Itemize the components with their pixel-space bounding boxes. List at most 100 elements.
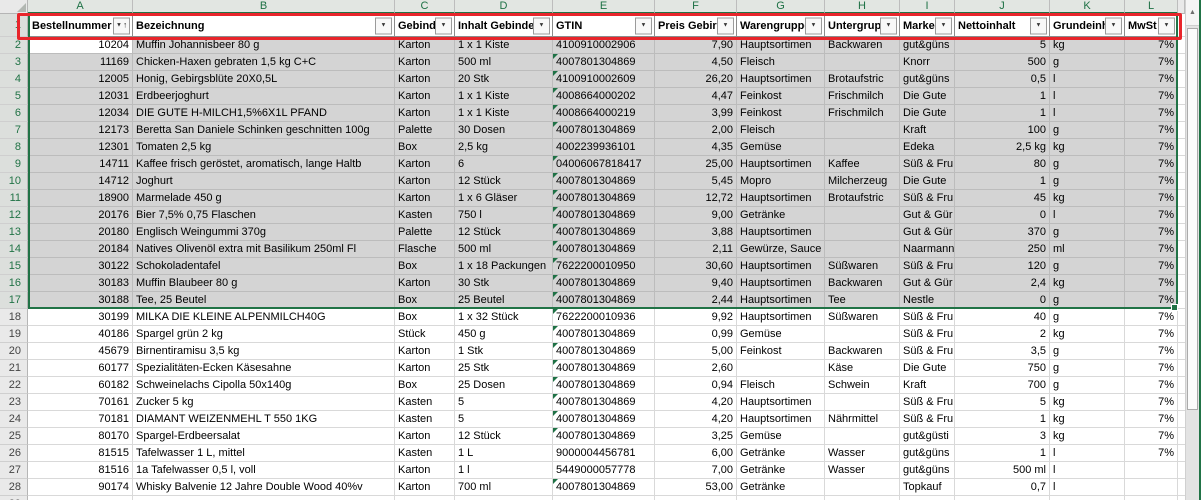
cell-m-sliver[interactable]: [1178, 258, 1185, 275]
cell-K19[interactable]: kg: [1050, 326, 1125, 343]
cell-A14[interactable]: 20184: [28, 241, 133, 258]
cell-G25[interactable]: Gemüse: [737, 428, 825, 445]
cell-F6[interactable]: 3,99: [655, 105, 737, 122]
cell-G22[interactable]: Fleisch: [737, 377, 825, 394]
row-number-20[interactable]: 20: [0, 343, 28, 360]
filter-button-G[interactable]: ▼: [805, 17, 822, 34]
cell-H10[interactable]: Milcherzeug: [825, 173, 900, 190]
cell-B26[interactable]: Tafelwasser 1 L, mittel: [133, 445, 395, 462]
cell-D25[interactable]: 12 Stück: [455, 428, 553, 445]
cell-D15[interactable]: 1 x 18 Packungen: [455, 258, 553, 275]
cell-H28[interactable]: [825, 479, 900, 496]
cell-A29[interactable]: [28, 496, 133, 500]
cell-B8[interactable]: Tomaten 2,5 kg: [133, 139, 395, 156]
cell-H16[interactable]: Backwaren: [825, 275, 900, 292]
cell-B18[interactable]: MILKA DIE KLEINE ALPENMILCH40G: [133, 309, 395, 326]
column-letter-A[interactable]: A: [28, 0, 133, 14]
cell-J11[interactable]: 45: [955, 190, 1050, 207]
column-letter-m-sliver[interactable]: [1178, 0, 1185, 14]
cell-D4[interactable]: 20 Stk: [455, 71, 553, 88]
cell-C7[interactable]: Palette: [395, 122, 455, 139]
cell-E20[interactable]: 4007801304869: [553, 343, 655, 360]
cell-H15[interactable]: Süßwaren: [825, 258, 900, 275]
cell-F13[interactable]: 3,88: [655, 224, 737, 241]
cell-B6[interactable]: DIE GUTE H-MILCH1,5%6X1L PFAND: [133, 105, 395, 122]
cell-K22[interactable]: g: [1050, 377, 1125, 394]
column-letter-K[interactable]: K: [1050, 0, 1125, 14]
cell-A2[interactable]: 10204: [28, 37, 133, 54]
cell-I13[interactable]: Gut & Gür: [900, 224, 955, 241]
cell-D28[interactable]: 700 ml: [455, 479, 553, 496]
cell-F25[interactable]: 3,25: [655, 428, 737, 445]
cell-D17[interactable]: 25 Beutel: [455, 292, 553, 309]
cell-E23[interactable]: 4007801304869: [553, 394, 655, 411]
cell-E25[interactable]: 4007801304869: [553, 428, 655, 445]
cell-G24[interactable]: Hauptsortimen: [737, 411, 825, 428]
cell-G27[interactable]: Getränke: [737, 462, 825, 479]
row-number-7[interactable]: 7: [0, 122, 28, 139]
row-number-6[interactable]: 6: [0, 105, 28, 122]
column-letter-G[interactable]: G: [737, 0, 825, 14]
filter-button-L[interactable]: ▼: [1158, 17, 1175, 34]
cell-m-sliver[interactable]: [1178, 207, 1185, 224]
cell-H5[interactable]: Frischmilch: [825, 88, 900, 105]
cell-A25[interactable]: 80170: [28, 428, 133, 445]
header-cell-gtin[interactable]: GTIN ▼: [553, 14, 655, 37]
cell-F26[interactable]: 6,00: [655, 445, 737, 462]
cell-H19[interactable]: [825, 326, 900, 343]
cell-D26[interactable]: 1 L: [455, 445, 553, 462]
cell-D23[interactable]: 5: [455, 394, 553, 411]
cell-K27[interactable]: l: [1050, 462, 1125, 479]
cell-A5[interactable]: 12031: [28, 88, 133, 105]
cell-H29[interactable]: [825, 496, 900, 500]
cell-H12[interactable]: [825, 207, 900, 224]
cell-L18[interactable]: 7%: [1125, 309, 1178, 326]
cell-m-sliver[interactable]: [1178, 360, 1185, 377]
cell-K15[interactable]: g: [1050, 258, 1125, 275]
cell-B3[interactable]: Chicken-Haxen gebraten 1,5 kg C+C: [133, 54, 395, 71]
cell-m-sliver[interactable]: [1178, 105, 1185, 122]
cell-J10[interactable]: 1: [955, 173, 1050, 190]
header-cell-marke[interactable]: Marke ▼: [900, 14, 955, 37]
cell-D7[interactable]: 30 Dosen: [455, 122, 553, 139]
cell-K4[interactable]: l: [1050, 71, 1125, 88]
select-all-corner[interactable]: [0, 0, 28, 14]
cell-C24[interactable]: Kasten: [395, 411, 455, 428]
cell-m-sliver[interactable]: [1178, 496, 1185, 500]
cell-B28[interactable]: Whisky Balvenie 12 Jahre Double Wood 40%…: [133, 479, 395, 496]
cell-G14[interactable]: Gewürze, Sauce: [737, 241, 825, 258]
cell-L28[interactable]: [1125, 479, 1178, 496]
cell-H21[interactable]: Käse: [825, 360, 900, 377]
cell-A22[interactable]: 60182: [28, 377, 133, 394]
cell-H6[interactable]: Frischmilch: [825, 105, 900, 122]
cell-I4[interactable]: gut&güns: [900, 71, 955, 88]
cell-L6[interactable]: 7%: [1125, 105, 1178, 122]
cell-A20[interactable]: 45679: [28, 343, 133, 360]
cell-E16[interactable]: 4007801304869: [553, 275, 655, 292]
cell-E19[interactable]: 4007801304869: [553, 326, 655, 343]
cell-I29[interactable]: [900, 496, 955, 500]
cell-A9[interactable]: 14711: [28, 156, 133, 173]
cell-m-sliver[interactable]: [1178, 309, 1185, 326]
cell-B14[interactable]: Natives Olivenöl extra mit Basilikum 250…: [133, 241, 395, 258]
cell-A23[interactable]: 70161: [28, 394, 133, 411]
cell-m-sliver[interactable]: [1178, 139, 1185, 156]
cell-K6[interactable]: l: [1050, 105, 1125, 122]
cell-D6[interactable]: 1 x 1 Kiste: [455, 105, 553, 122]
row-number-4[interactable]: 4: [0, 71, 28, 88]
cell-K3[interactable]: g: [1050, 54, 1125, 71]
row-number-3[interactable]: 3: [0, 54, 28, 71]
row-number-10[interactable]: 10: [0, 173, 28, 190]
cell-I14[interactable]: Naarmann: [900, 241, 955, 258]
cell-E21[interactable]: 4007801304869: [553, 360, 655, 377]
cell-B7[interactable]: Beretta San Daniele Schinken geschnitten…: [133, 122, 395, 139]
cell-C18[interactable]: Box: [395, 309, 455, 326]
cell-G16[interactable]: Hauptsortimen: [737, 275, 825, 292]
cell-E26[interactable]: 9000004456781: [553, 445, 655, 462]
cell-C15[interactable]: Box: [395, 258, 455, 275]
cell-G17[interactable]: Hauptsortimen: [737, 292, 825, 309]
cell-C26[interactable]: Kasten: [395, 445, 455, 462]
cell-K20[interactable]: g: [1050, 343, 1125, 360]
cell-F24[interactable]: 4,20: [655, 411, 737, 428]
cell-F8[interactable]: 4,35: [655, 139, 737, 156]
